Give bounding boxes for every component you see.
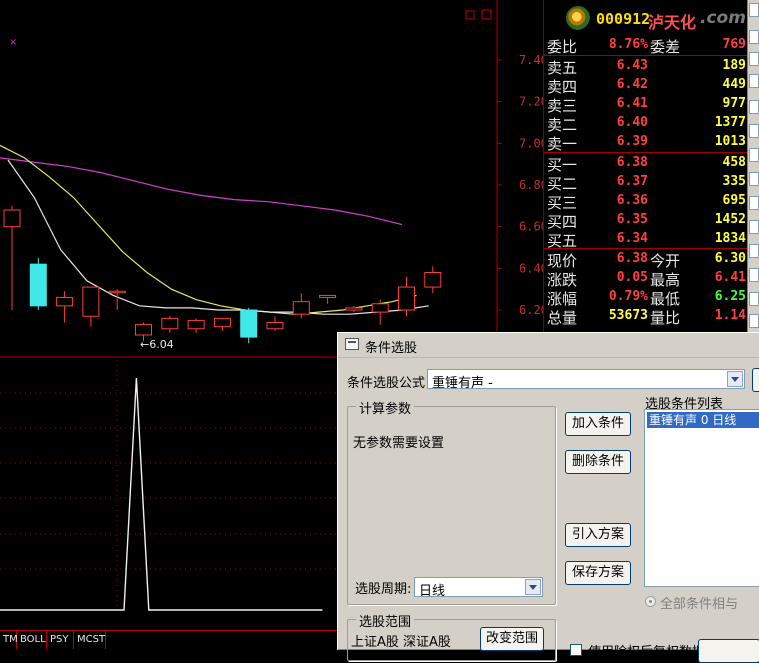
candle[interactable] (266, 322, 284, 330)
order-ratio-row: 委比 8.76% 委差 769 (547, 37, 746, 56)
toolbar-button-9[interactable] (749, 196, 759, 210)
stat-row: 总量 53673 量比 1.14 (547, 308, 746, 327)
formula-select-value: 重锤有声 - (432, 376, 493, 391)
candle[interactable] (424, 272, 442, 288)
ask-row: 卖三 6.41 977 (547, 96, 746, 115)
toolbar-button-10[interactable] (749, 220, 759, 234)
candle[interactable] (3, 209, 21, 228)
condition-stock-picker-dialog: 条件选股 条件选股公式 重锤有声 - 计算参数 无参数需要设置 选股周期: 日线… (337, 332, 759, 663)
range-text: 上证A股 深证A股 (351, 635, 451, 650)
toolbar-button-8[interactable] (749, 172, 759, 186)
import-scheme-button[interactable]: 引入方案 (565, 523, 631, 547)
chevron-down-icon[interactable] (727, 371, 743, 387)
tab-tm[interactable]: TM (0, 631, 18, 649)
ask-row: 卖四 6.42 449 (547, 77, 746, 96)
period-select[interactable]: 日线 (414, 577, 543, 599)
toolbar-button-13[interactable] (749, 292, 759, 306)
stock-code: 000912 (596, 10, 651, 28)
candle[interactable] (29, 263, 47, 307)
dialog-window-icon (345, 338, 359, 350)
candle[interactable] (135, 324, 152, 336)
quote-panel: 000912 泸天化 .com 委比 8.76% 委差 769 卖五 6.43 18… (543, 0, 748, 332)
candle[interactable] (56, 297, 74, 307)
condition-list-item[interactable]: 重锤有声 0 日线 (647, 412, 759, 428)
quote-title-bar: 000912 泸天化 .com (544, 0, 748, 34)
toolbar-button-1[interactable] (749, 3, 759, 17)
candle[interactable] (292, 301, 310, 315)
stat-row: 现价 6.38 今开 6.30 (547, 251, 746, 270)
stock-name: 泸天化 (648, 13, 697, 32)
condition-list[interactable]: 重锤有声 0 日线 (644, 409, 759, 587)
candle[interactable] (108, 290, 126, 294)
period-select-value: 日线 (419, 584, 446, 599)
candle[interactable] (82, 286, 100, 317)
bid-row: 买一 6.38 458 (547, 155, 746, 174)
chart-maximize-icon[interactable] (481, 9, 492, 20)
use-adjusted-data-label: 使用除权后复权数据 (588, 645, 706, 660)
candle[interactable] (371, 303, 389, 313)
toolbar-button-3[interactable] (749, 52, 759, 66)
toolbar-button-14[interactable] (749, 314, 759, 328)
toolbar-button-12[interactable] (749, 268, 759, 282)
candle[interactable] (213, 317, 231, 328)
candle[interactable] (161, 317, 179, 330)
toolbar-button-11[interactable] (749, 244, 759, 258)
toolbar-button-2[interactable] (749, 30, 759, 44)
params-group-title: 计算参数 (356, 398, 415, 417)
use-adjusted-data-checkbox[interactable] (570, 644, 582, 656)
period-label: 选股周期: (355, 582, 412, 597)
range-group-title: 选股范围 (356, 611, 415, 630)
tab-boll[interactable]: BOLL (17, 631, 47, 649)
toolbar-button-5[interactable] (749, 100, 759, 114)
right-toolbar (747, 0, 759, 332)
chart-restore-icon[interactable] (465, 10, 475, 20)
delete-condition-button[interactable]: 删除条件 (565, 450, 631, 474)
bid-row: 买五 6.34 1834 (547, 231, 746, 250)
ask-row: 卖五 6.43 189 (547, 58, 746, 77)
chart-marker-icon: × (9, 37, 17, 48)
ma-line-yellow (0, 144, 417, 315)
toolbar-button-7[interactable] (749, 148, 759, 162)
dialog-title: 条件选股 (365, 341, 418, 356)
candle[interactable] (345, 307, 363, 311)
stat-row: 涨幅 0.79% 最低 6.25 (547, 289, 746, 308)
tab-psy[interactable]: PSY (47, 631, 74, 649)
watermark: .com (700, 8, 746, 28)
bid-row: 买三 6.36 695 (547, 193, 746, 212)
low-price-annotation: ←6.04 (140, 338, 174, 351)
candle[interactable] (187, 319, 205, 330)
chevron-down-icon[interactable] (525, 579, 541, 595)
ask-row: 卖一 6.39 1013 (547, 134, 746, 153)
ma-line-magenta (0, 157, 403, 226)
ma-line-white (7, 159, 429, 315)
candle[interactable] (398, 286, 415, 311)
params-text: 无参数需要设置 (353, 436, 445, 451)
candlestick-series (3, 205, 442, 344)
bid-row: 买四 6.35 1452 (547, 212, 746, 231)
indicator-tabs: TM BOLL PSY MCST (0, 630, 337, 650)
change-range-button[interactable]: 改变范围 (480, 627, 544, 651)
toolbar-button-4[interactable] (749, 74, 759, 88)
broker-logo-icon (566, 6, 590, 30)
candle[interactable] (319, 294, 337, 298)
tab-mcst[interactable]: MCST (74, 631, 106, 649)
stat-row: 涨跌 0.05 最高 6.41 (547, 270, 746, 289)
indicator-line (0, 377, 323, 611)
bid-row: 买二 6.37 335 (547, 174, 746, 193)
formula-extra-button[interactable] (752, 368, 759, 392)
add-condition-button[interactable]: 加入条件 (565, 412, 631, 436)
ask-row: 卖二 6.40 1377 (547, 115, 746, 134)
dialog-title-bar: 条件选股 (338, 333, 759, 358)
formula-select[interactable]: 重锤有声 - (427, 369, 745, 391)
candle[interactable] (240, 309, 258, 338)
save-scheme-button[interactable]: 保存方案 (565, 561, 631, 585)
all-and-label: 全部条件相与 (660, 597, 739, 612)
formula-label: 条件选股公式 (347, 376, 426, 391)
bottom-right-button[interactable] (698, 639, 759, 663)
all-and-radio[interactable] (645, 596, 656, 607)
toolbar-button-6[interactable] (749, 124, 759, 138)
